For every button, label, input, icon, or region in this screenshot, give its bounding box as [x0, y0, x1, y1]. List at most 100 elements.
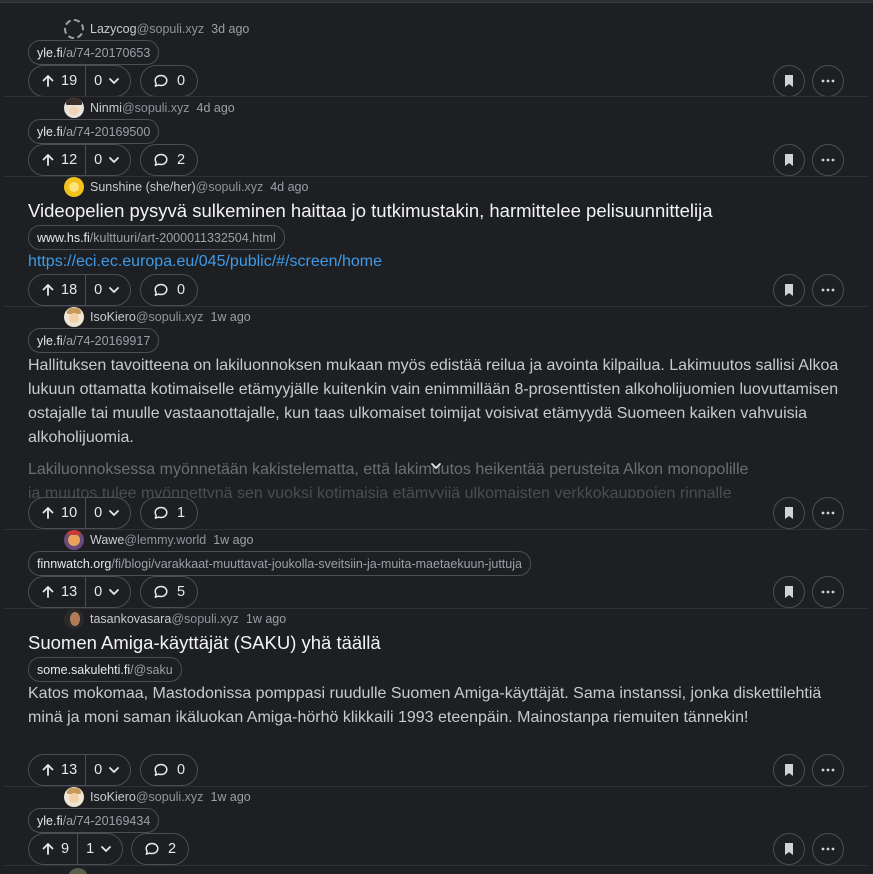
expand-button[interactable] [430, 460, 442, 475]
comments-button[interactable]: 0 [140, 65, 199, 97]
comments-button[interactable]: 2 [140, 144, 199, 176]
arrow-up-icon [42, 507, 54, 519]
avatar[interactable] [64, 609, 84, 629]
post-time: 1w ago [210, 790, 251, 804]
bookmark-icon [785, 507, 793, 519]
more-options-button[interactable] [812, 274, 844, 306]
speech-bubble-icon [154, 506, 168, 519]
speech-bubble-icon [154, 763, 168, 776]
avatar[interactable] [64, 787, 84, 807]
comments-button[interactable]: 2 [131, 833, 190, 865]
downvote-button[interactable]: 0 [86, 755, 130, 785]
avatar[interactable] [68, 868, 88, 874]
url-pill[interactable]: some.sakulehti.fi/@saku [28, 657, 182, 682]
url-pill[interactable]: yle.fi/a/74-20169917 [28, 328, 160, 353]
post-title[interactable]: Suomen Amiga-käyttäjät (SAKU) yhä täällä [28, 632, 381, 654]
save-button[interactable] [773, 144, 805, 176]
username-link[interactable]: Lazycog [90, 22, 137, 36]
save-button[interactable] [773, 65, 805, 97]
url-pill[interactable]: yle.fi/a/74-20170653 [28, 40, 160, 65]
user-instance[interactable]: @sopuli.xyz [136, 310, 204, 324]
upvote-count: 19 [61, 73, 78, 89]
downvote-button[interactable]: 0 [86, 577, 130, 607]
speech-bubble-icon [154, 153, 168, 166]
comments-button[interactable]: 1 [140, 497, 199, 529]
avatar[interactable] [64, 98, 84, 118]
upvote-button[interactable]: 10 [29, 498, 87, 528]
upvote-button[interactable]: 13 [29, 577, 87, 607]
user-instance[interactable]: @lemmy.world [124, 533, 206, 547]
arrow-up-icon [42, 843, 54, 855]
chevron-down-icon [109, 157, 120, 163]
vote-group: 18 0 [28, 274, 132, 306]
user-instance[interactable]: @sopuli.xyz [137, 22, 205, 36]
body-link[interactable]: https://eci.ec.europa.eu/045/public/#/sc… [28, 253, 382, 271]
more-options-button[interactable] [812, 497, 844, 529]
more-options-button[interactable] [812, 833, 844, 865]
username-link[interactable]: Ninmi [90, 101, 122, 115]
post-title[interactable]: Videopelien pysyvä sulkeminen haittaa jo… [28, 200, 713, 222]
post-divider [4, 96, 869, 97]
comments-button[interactable]: 0 [140, 754, 199, 786]
username-link[interactable]: tasankovasara [90, 612, 171, 626]
more-options-button[interactable] [812, 576, 844, 608]
upvote-button[interactable]: 13 [29, 755, 87, 785]
ellipsis-icon [821, 847, 835, 851]
url-pill[interactable]: yle.fi/a/74-20169500 [28, 119, 160, 144]
vote-group: 13 0 [28, 576, 132, 608]
username-link[interactable]: IsoKiero [90, 310, 136, 324]
url-pill[interactable]: www.hs.fi/kulttuuri/art-2000011332504.ht… [28, 225, 285, 250]
downvote-button[interactable]: 0 [86, 275, 130, 305]
more-options-button[interactable] [812, 65, 844, 97]
user-instance[interactable]: @sopuli.xyz [122, 101, 190, 115]
chevron-down-icon [109, 767, 120, 773]
downvote-button[interactable]: 1 [78, 834, 122, 864]
upvote-count: 9 [61, 841, 70, 857]
more-options-button[interactable] [812, 144, 844, 176]
save-button[interactable] [773, 497, 805, 529]
chevron-down-icon [109, 78, 120, 84]
post-time: 4d ago [196, 101, 235, 115]
url-pill[interactable]: yle.fi/a/74-20169434 [28, 808, 160, 833]
url-domain: some.sakulehti.fi [37, 662, 131, 677]
save-button[interactable] [773, 576, 805, 608]
vote-group: 9 1 [28, 833, 124, 865]
url-domain: yle.fi [37, 124, 63, 139]
user-instance[interactable]: @sopuli.xyz [196, 180, 264, 194]
ellipsis-icon [821, 158, 835, 162]
downvote-button[interactable]: 0 [86, 66, 130, 96]
downvote-count: 1 [86, 841, 95, 857]
comments-button[interactable]: 5 [140, 576, 199, 608]
avatar[interactable] [64, 177, 84, 197]
upvote-button[interactable]: 19 [29, 66, 87, 96]
upvote-count: 18 [61, 282, 78, 298]
username-link[interactable]: IsoKiero [90, 790, 136, 804]
url-path: /fi/blogi/varakkaat-muuttavat-joukolla-s… [111, 556, 522, 571]
vote-group: 12 0 [28, 144, 132, 176]
username-link[interactable]: Wawe [90, 533, 124, 547]
save-button[interactable] [773, 274, 805, 306]
upvote-button[interactable]: 12 [29, 145, 87, 175]
speech-bubble-icon [154, 585, 168, 598]
avatar[interactable] [64, 307, 84, 327]
url-pill[interactable]: finnwatch.org/fi/blogi/varakkaat-muuttav… [28, 551, 531, 576]
comment-count: 1 [177, 505, 186, 521]
more-options-button[interactable] [812, 754, 844, 786]
avatar[interactable] [64, 19, 84, 39]
upvote-button[interactable]: 18 [29, 275, 87, 305]
save-button[interactable] [773, 833, 805, 865]
url-path: /a/74-20169917 [62, 333, 151, 348]
user-instance[interactable]: @sopuli.xyz [171, 612, 239, 626]
upvote-button[interactable]: 9 [29, 834, 79, 864]
downvote-button[interactable]: 0 [86, 498, 130, 528]
post-meta: IsoKiero @sopuli.xyz 1w ago [64, 787, 251, 807]
username-link[interactable]: Sunshine (she/her) [90, 180, 196, 194]
save-button[interactable] [773, 754, 805, 786]
comments-button[interactable]: 0 [140, 274, 199, 306]
avatar[interactable] [64, 530, 84, 550]
vote-group: 10 0 [28, 497, 132, 529]
bookmark-icon [785, 843, 793, 855]
user-instance[interactable]: @sopuli.xyz [136, 790, 204, 804]
post-time: 1w ago [245, 612, 287, 626]
downvote-button[interactable]: 0 [86, 145, 130, 175]
